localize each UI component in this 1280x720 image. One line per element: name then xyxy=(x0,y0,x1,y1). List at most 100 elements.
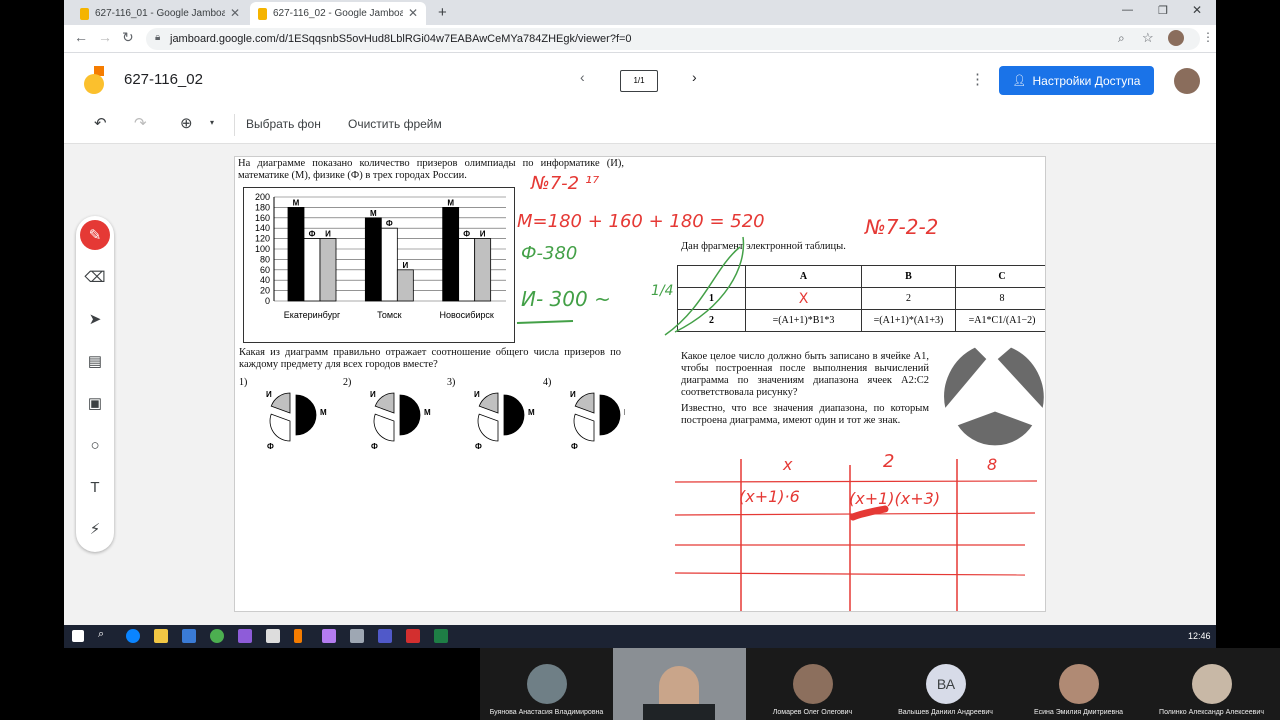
tab-title: 627-116_01 - Google Jamboard xyxy=(95,8,225,19)
acrobat-icon[interactable] xyxy=(406,629,420,643)
browser-window: 627-116_01 - Google Jamboard ✕ 627-116_0… xyxy=(64,0,1216,625)
video-strip: Буянова Анастасия Владимировна Ломарев О… xyxy=(480,648,1280,720)
handwritten-i: И- 300 ~ xyxy=(521,287,611,311)
share-button[interactable]: 👤︎ Настройки Доступа xyxy=(999,66,1154,95)
windows-start-icon[interactable] xyxy=(72,630,84,642)
image-icon[interactable]: ▣ xyxy=(80,388,110,418)
participant-tile[interactable]: Полинко Александр Алексеевич xyxy=(1145,648,1278,720)
divider xyxy=(234,114,235,136)
tool-sidebar: ✎ ⌫ ➤ ▤ ▣ ○ T ⚡︎ xyxy=(76,216,114,552)
back-icon[interactable]: ← xyxy=(74,29,88,45)
frame-counter[interactable]: 1/1 xyxy=(620,70,658,92)
jamboard-header: 627-116_02 ‹ 1/1 › ⋮ 👤︎ Настройки Доступ… xyxy=(64,54,1216,106)
handwritten-f: Ф-380 xyxy=(521,243,578,264)
minimize-icon[interactable]: — xyxy=(1122,4,1133,16)
handwritten-col-2: 2 xyxy=(883,451,895,472)
participant-video[interactable] xyxy=(613,648,746,720)
participant-name: Есина Эмилия Дмитриевна xyxy=(1034,709,1123,716)
handwritten-cell-b2: (x+1)(x+3) xyxy=(849,489,941,508)
teams-icon[interactable] xyxy=(378,629,392,643)
undo-icon[interactable]: ↶ xyxy=(94,114,107,132)
close-window-icon[interactable]: ✕ xyxy=(1192,3,1202,17)
jamboard-logo[interactable] xyxy=(84,66,106,94)
jamboard-favicon xyxy=(80,7,89,20)
person-icon: 👤︎ xyxy=(1012,75,1027,87)
reload-icon[interactable]: ↻ xyxy=(122,29,134,46)
windows-taskbar: ⌕ 12:46 xyxy=(64,625,1216,648)
more-options-icon[interactable]: ⋮ xyxy=(970,70,985,88)
set-background-button[interactable]: Выбрать фон xyxy=(246,117,321,131)
close-icon[interactable]: ✕ xyxy=(408,6,418,20)
chrome-icon[interactable] xyxy=(210,629,224,643)
handwritten-col-x: x xyxy=(783,455,793,474)
clear-frame-button[interactable]: Очистить фрейм xyxy=(348,117,442,131)
participant-name: Буянова Анастасия Владимировна xyxy=(489,709,604,716)
handwritten-cell-a2: (x+1)·6 xyxy=(739,487,800,506)
canvas-area: ✎ ⌫ ➤ ▤ ▣ ○ T ⚡︎ На диаграмме показано к… xyxy=(64,144,1216,625)
zoom-icon[interactable]: ⌕ xyxy=(1118,31,1125,46)
text-box-icon[interactable]: T xyxy=(80,472,110,502)
excel-icon[interactable] xyxy=(434,629,448,643)
redo-icon[interactable]: ↷ xyxy=(134,114,147,132)
tab-1[interactable]: 627-116_01 - Google Jamboard ✕ xyxy=(72,2,248,25)
tab-title: 627-116_02 - Google Jamboard xyxy=(273,8,403,19)
menu-kebab-icon[interactable]: ⋮ xyxy=(1202,30,1214,44)
maximize-icon[interactable]: ❐ xyxy=(1158,4,1168,17)
next-frame-icon[interactable]: › xyxy=(692,69,697,85)
pen-app-icon[interactable] xyxy=(322,629,336,643)
explorer-icon[interactable] xyxy=(154,629,168,643)
clock: 12:46 xyxy=(1188,631,1211,641)
url-text: jamboard.google.com/d/1ESqqsnbS5ovHud8Lb… xyxy=(170,33,632,45)
participant-initials: ВА xyxy=(926,664,966,704)
chevron-down-icon[interactable]: ▾ xyxy=(210,118,214,127)
lock-icon: 🔒︎ xyxy=(155,32,161,43)
participant-tile[interactable]: ВА Валышев Даниил Андреевич xyxy=(879,648,1012,720)
participant-avatar xyxy=(1192,664,1232,704)
desktop-app-icon[interactable] xyxy=(182,629,196,643)
new-tab-button[interactable]: + xyxy=(438,4,447,21)
handwritten-task-number: №7-2-2 xyxy=(865,215,939,239)
eraser-icon[interactable]: ⌫ xyxy=(80,262,110,292)
profile-avatar[interactable] xyxy=(1168,30,1184,46)
prev-frame-icon[interactable]: ‹ xyxy=(580,69,585,85)
jam-title[interactable]: 627-116_02 xyxy=(124,71,203,88)
jamboard-favicon xyxy=(258,7,267,20)
visual-studio-icon[interactable] xyxy=(238,629,252,643)
sticky-note-icon[interactable]: ▤ xyxy=(80,346,110,376)
circle-shape-icon[interactable]: ○ xyxy=(80,430,110,460)
participant-tile[interactable]: Есина Эмилия Дмитриевна xyxy=(1012,648,1145,720)
laser-icon[interactable]: ⚡︎ xyxy=(80,514,110,544)
jamboard-icon[interactable] xyxy=(294,629,302,643)
search-icon[interactable]: ⌕ xyxy=(98,628,112,642)
forward-icon[interactable]: → xyxy=(98,29,112,45)
share-button-label: Настройки Доступа xyxy=(1032,73,1141,88)
participant-tile[interactable]: Ломарев Олег Олегович xyxy=(746,648,879,720)
handwritten-sum-m: М=180 + 160 + 180 = 520 xyxy=(517,211,765,232)
tab-strip: 627-116_01 - Google Jamboard ✕ 627-116_0… xyxy=(64,0,1216,25)
select-arrow-icon[interactable]: ➤ xyxy=(80,304,110,334)
participant-tile[interactable]: Буянова Анастасия Владимировна xyxy=(480,648,613,720)
star-icon[interactable]: ☆ xyxy=(1142,30,1154,46)
jam-frame[interactable]: На диаграмме показано количество призеро… xyxy=(234,156,1046,612)
participant-avatar xyxy=(527,664,567,704)
zoom-icon[interactable]: ⊕ xyxy=(180,114,193,132)
url-field[interactable]: 🔒︎ jamboard.google.com/d/1ESqqsnbS5ovHud… xyxy=(146,28,1200,50)
handwritten-col-8: 8 xyxy=(987,455,998,474)
notepad-icon[interactable] xyxy=(266,629,280,643)
account-avatar[interactable] xyxy=(1174,68,1200,94)
edge-icon[interactable] xyxy=(126,629,140,643)
tab-2[interactable]: 627-116_02 - Google Jamboard ✕ xyxy=(250,2,426,25)
jam-toolbar: ↶ ↷ ⊕ ▾ Выбрать фон Очистить фрейм xyxy=(64,106,1216,144)
participant-name: Полинко Александр Алексеевич xyxy=(1159,709,1264,716)
participant-avatar xyxy=(1059,664,1099,704)
participant-avatar xyxy=(793,664,833,704)
close-icon[interactable]: ✕ xyxy=(230,6,240,20)
app-icon[interactable] xyxy=(350,629,364,643)
participant-name: Ломарев Олег Олегович xyxy=(772,709,853,716)
handwritten-note: №7-2 ¹⁷ xyxy=(531,173,600,194)
pen-icon[interactable]: ✎ xyxy=(80,220,110,250)
participant-name: Валышев Даниил Андреевич xyxy=(898,709,993,716)
participant-shirt xyxy=(643,704,715,720)
handwritten-quarter: 1/4 xyxy=(651,283,674,299)
address-bar-row: ← → ↻ 🔒︎ jamboard.google.com/d/1ESqqsnbS… xyxy=(64,25,1216,53)
